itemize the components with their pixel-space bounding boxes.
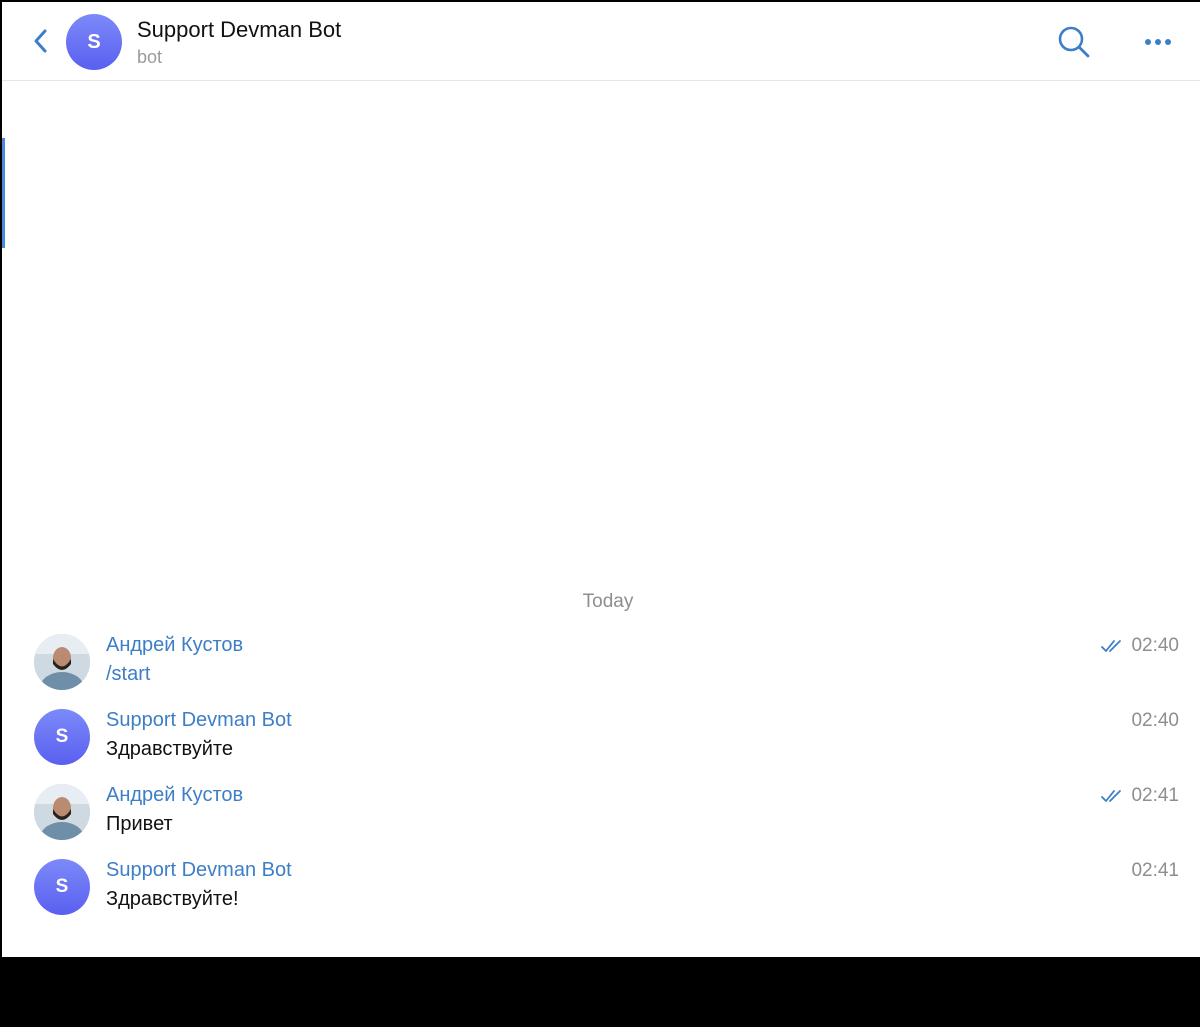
more-button[interactable] bbox=[1140, 30, 1176, 54]
message-time: 02:41 bbox=[1131, 860, 1179, 881]
message-time: 02:40 bbox=[1131, 710, 1179, 731]
message-text: Здравствуйте bbox=[106, 738, 233, 760]
bot-avatar[interactable]: S bbox=[34, 859, 90, 915]
chat-avatar[interactable]: S bbox=[66, 14, 122, 70]
message-sender[interactable]: Support Devman Bot bbox=[106, 709, 292, 732]
message-text: Здравствуйте! bbox=[106, 888, 239, 910]
message-text[interactable]: /start bbox=[106, 663, 150, 686]
search-button[interactable] bbox=[1056, 24, 1092, 60]
search-icon bbox=[1058, 26, 1090, 58]
user-photo-icon bbox=[34, 784, 90, 840]
message-meta: 02:41 bbox=[1131, 860, 1179, 882]
double-check-icon bbox=[1101, 640, 1122, 652]
bot-avatar[interactable]: S bbox=[34, 709, 90, 765]
chevron-left-icon bbox=[34, 29, 47, 53]
message-item[interactable]: S Support Devman Bot Здравствуйте 02:40 bbox=[2, 709, 1200, 773]
message-meta: 02:40 bbox=[1131, 710, 1179, 732]
message-sender[interactable]: Support Devman Bot bbox=[106, 859, 292, 882]
message-time: 02:41 bbox=[1131, 785, 1179, 806]
user-photo-icon bbox=[34, 634, 90, 690]
message-sender[interactable]: Андрей Кустов bbox=[106, 784, 243, 807]
more-horizontal-icon bbox=[1145, 39, 1171, 45]
message-item[interactable]: S Support Devman Bot Здравствуйте! 02:41 bbox=[2, 859, 1200, 923]
bot-avatar-letter: S bbox=[55, 876, 69, 897]
window-edge-indicator bbox=[2, 138, 5, 248]
chat-avatar-letter: S bbox=[87, 30, 101, 53]
chat-subtitle: bot bbox=[137, 47, 163, 67]
chat-title[interactable]: Support Devman Bot bbox=[137, 17, 341, 43]
user-avatar[interactable] bbox=[34, 634, 90, 690]
message-sender[interactable]: Андрей Кустов bbox=[106, 634, 243, 657]
back-button[interactable] bbox=[28, 24, 54, 58]
message-item[interactable]: Андрей Кустов Привет 02:41 bbox=[2, 784, 1200, 848]
chat-header: S Support Devman Bot bot bbox=[2, 2, 1200, 81]
user-avatar[interactable] bbox=[34, 784, 90, 840]
date-separator: Today bbox=[582, 591, 634, 612]
chat-window: S Support Devman Bot bot Today Андрей Ку… bbox=[2, 2, 1200, 957]
message-meta: 02:41 bbox=[1101, 785, 1179, 807]
message-text: Привет bbox=[106, 813, 173, 835]
message-meta: 02:40 bbox=[1101, 635, 1179, 657]
message-item[interactable]: Андрей Кустов /start 02:40 bbox=[2, 634, 1200, 698]
message-time: 02:40 bbox=[1131, 635, 1179, 656]
bot-avatar-letter: S bbox=[55, 726, 69, 747]
double-check-icon bbox=[1101, 790, 1122, 802]
